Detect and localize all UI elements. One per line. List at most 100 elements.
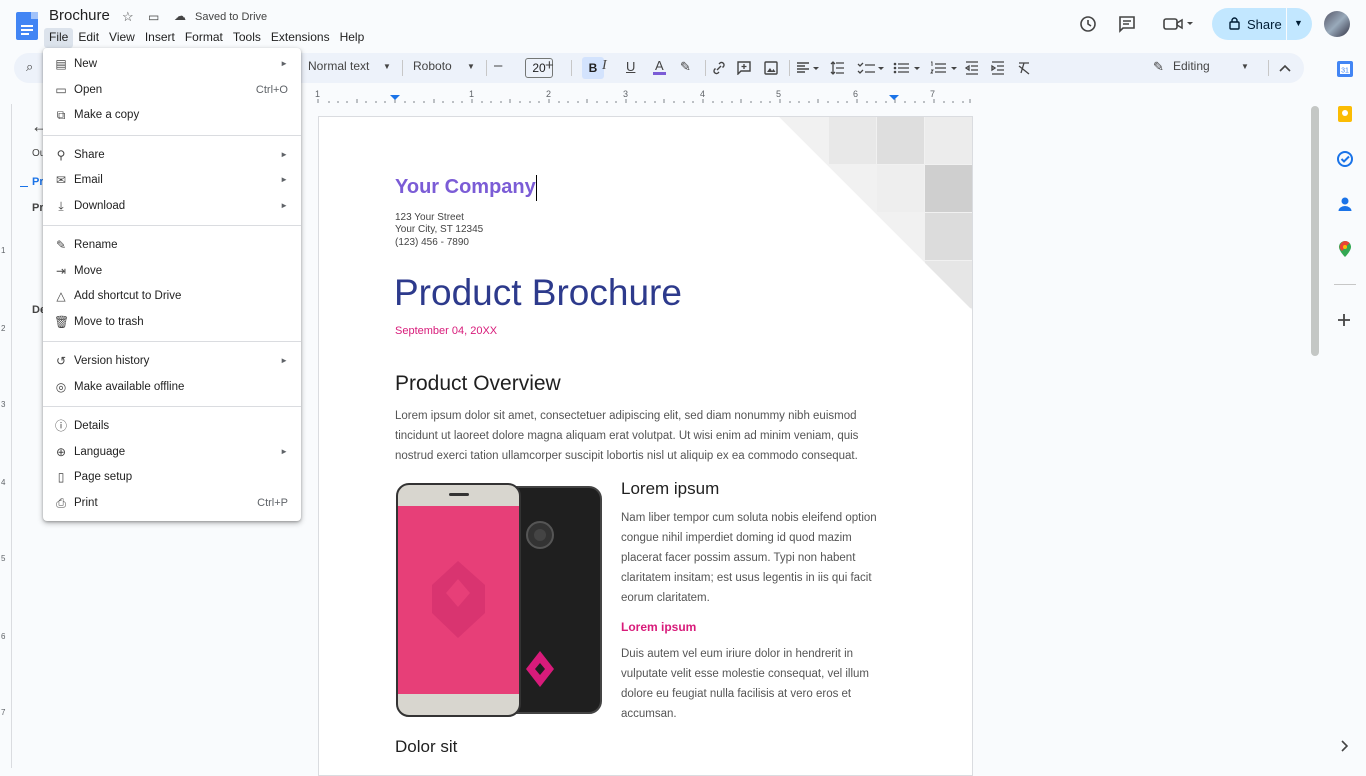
mail-icon: ✉: [55, 173, 67, 187]
share-button[interactable]: Share ▼: [1212, 8, 1312, 40]
insert-image-icon[interactable]: [764, 61, 778, 75]
ruler-label: 6: [853, 89, 859, 99]
add-addon-icon[interactable]: [1337, 313, 1351, 327]
keep-icon[interactable]: [1336, 105, 1354, 123]
docs-logo-icon[interactable]: [16, 12, 38, 40]
expand-panel-icon[interactable]: [1340, 740, 1348, 752]
menu-item-label: Make available offline: [74, 381, 185, 393]
outline-item[interactable]: Pr: [32, 202, 44, 214]
text-color-button[interactable]: A: [653, 59, 666, 75]
search-menus-icon[interactable]: ⌕: [26, 59, 33, 75]
pencil-icon: ✎: [55, 238, 67, 252]
side-panel: 31: [1326, 52, 1366, 768]
menu-extensions[interactable]: Extensions: [266, 28, 335, 48]
bold-button[interactable]: B: [582, 57, 604, 79]
menu-file[interactable]: File: [44, 28, 74, 48]
ruler-label: 7: [930, 89, 936, 99]
menu-item-label: Download: [74, 200, 126, 212]
printer-icon: ⎙: [56, 496, 66, 510]
document-title-heading: Product Brochure: [394, 272, 682, 313]
star-icon[interactable]: ☆: [122, 9, 134, 25]
history-icon: ↺: [55, 354, 67, 368]
menu-item-page-setup[interactable]: ▯ Page setup: [43, 465, 301, 491]
style-select[interactable]: Normal text: [308, 59, 369, 73]
increase-font-icon[interactable]: +: [545, 57, 554, 74]
menu-insert[interactable]: Insert: [140, 28, 180, 48]
menu-item-share[interactable]: ⚲ Share ►: [43, 143, 301, 169]
font-select[interactable]: Roboto: [413, 59, 452, 73]
menu-item-print[interactable]: ⎙ Print Ctrl+P: [43, 491, 301, 517]
menu-item-language[interactable]: ⊕ Language ►: [43, 440, 301, 466]
lock-icon: [1229, 17, 1240, 30]
lorem-paragraph: Nam liber tempor cum soluta nobis eleife…: [621, 512, 877, 604]
menu-format[interactable]: Format: [180, 28, 228, 48]
menu-item-rename[interactable]: ✎ Rename: [43, 233, 301, 259]
align-icon[interactable]: [796, 61, 820, 75]
menu-item-email[interactable]: ✉ Email ►: [43, 168, 301, 194]
collapse-toolbar-icon[interactable]: [1279, 63, 1291, 73]
history-icon[interactable]: [1074, 10, 1102, 38]
add-comment-icon[interactable]: [737, 61, 751, 75]
editing-mode-select[interactable]: Editing: [1173, 59, 1210, 73]
menu-edit[interactable]: Edit: [73, 28, 104, 48]
avatar[interactable]: [1324, 11, 1350, 37]
vertical-ruler[interactable]: 1 2 3 4 5 6 7: [0, 104, 12, 768]
numbered-list-icon[interactable]: [930, 61, 958, 75]
menu-tools[interactable]: Tools: [228, 28, 266, 48]
menu-item-open[interactable]: ▭ Open Ctrl+O: [43, 78, 301, 104]
tasks-icon[interactable]: [1336, 150, 1354, 168]
document-title[interactable]: Brochure: [49, 7, 110, 24]
menu-item-shortcut: Ctrl+O: [255, 84, 288, 96]
document-page[interactable]: Your Company 123 Your Street Your City, …: [318, 116, 973, 776]
cloud-saved-icon[interactable]: ☁: [174, 9, 186, 23]
ruler-label: 2: [1, 324, 6, 333]
offline-icon: ◎: [55, 380, 67, 394]
phone-illustration: [396, 483, 602, 717]
highlight-icon[interactable]: ✎: [680, 59, 691, 75]
menu-item-version-history[interactable]: ↺ Version history ►: [43, 349, 301, 375]
checklist-icon[interactable]: [857, 61, 885, 75]
menu-item-make-a-copy[interactable]: ⧉ Make a copy: [43, 103, 301, 129]
move-folder-icon[interactable]: ▭: [148, 10, 159, 24]
outline-item[interactable]: Pr: [32, 176, 44, 188]
decrease-indent-icon[interactable]: [965, 61, 979, 75]
menu-item-new[interactable]: ▤ New ►: [43, 52, 301, 78]
underline-button[interactable]: U: [626, 59, 635, 74]
horizontal-ruler[interactable]: 1 1 2 3 4 5 6 7: [310, 88, 972, 104]
increase-indent-icon[interactable]: [991, 61, 1005, 75]
menu-item-move-to-trash[interactable]: 🗑 Move to trash: [43, 310, 301, 336]
italic-button[interactable]: I: [602, 58, 607, 74]
menu-item-move[interactable]: ⇥ Move: [43, 259, 301, 285]
page-icon: ▯: [57, 470, 65, 484]
menu-item-details[interactable]: ⓘ Details: [43, 414, 301, 440]
share-label: Share: [1247, 16, 1282, 32]
link-icon[interactable]: [712, 61, 726, 75]
decrease-font-icon[interactable]: –: [494, 57, 502, 74]
meet-icon[interactable]: [1160, 10, 1196, 38]
menu-view[interactable]: View: [104, 28, 140, 48]
folder-icon: ▭: [55, 83, 67, 97]
menu-item-download[interactable]: ⤓ Download ►: [43, 194, 301, 220]
contacts-icon[interactable]: [1336, 195, 1354, 213]
company-name[interactable]: Your Company: [395, 176, 536, 199]
document-date: September 04, 20XX: [395, 325, 498, 337]
subheading-lorem: Lorem ipsum: [621, 620, 697, 634]
calendar-icon[interactable]: 31: [1336, 60, 1354, 78]
chevron-down-icon[interactable]: ▼: [467, 62, 475, 71]
menu-item-make-available-offline[interactable]: ◎ Make available offline: [43, 375, 301, 401]
menu-item-add-shortcut-to-drive[interactable]: △ Add shortcut to Drive: [43, 284, 301, 310]
menu-help[interactable]: Help: [335, 28, 370, 48]
submenu-arrow-icon: ►: [280, 201, 288, 210]
maps-icon[interactable]: [1336, 240, 1354, 258]
menu-item-label: Details: [74, 420, 110, 432]
chevron-down-icon[interactable]: ▼: [1241, 62, 1249, 71]
file-menu: ▤ New ► ▭ Open Ctrl+O ⧉ Make a copy ⚲ Share ► ✉ Emai…: [43, 48, 301, 521]
chevron-down-icon[interactable]: ▼: [383, 62, 391, 71]
save-status: Saved to Drive: [195, 11, 268, 23]
share-dropdown-icon[interactable]: ▼: [1294, 18, 1303, 28]
scrollbar[interactable]: [1311, 106, 1319, 356]
line-spacing-icon[interactable]: [830, 61, 844, 75]
comments-icon[interactable]: [1113, 10, 1141, 38]
clear-formatting-icon[interactable]: [1017, 61, 1031, 75]
bulleted-list-icon[interactable]: [893, 61, 921, 75]
